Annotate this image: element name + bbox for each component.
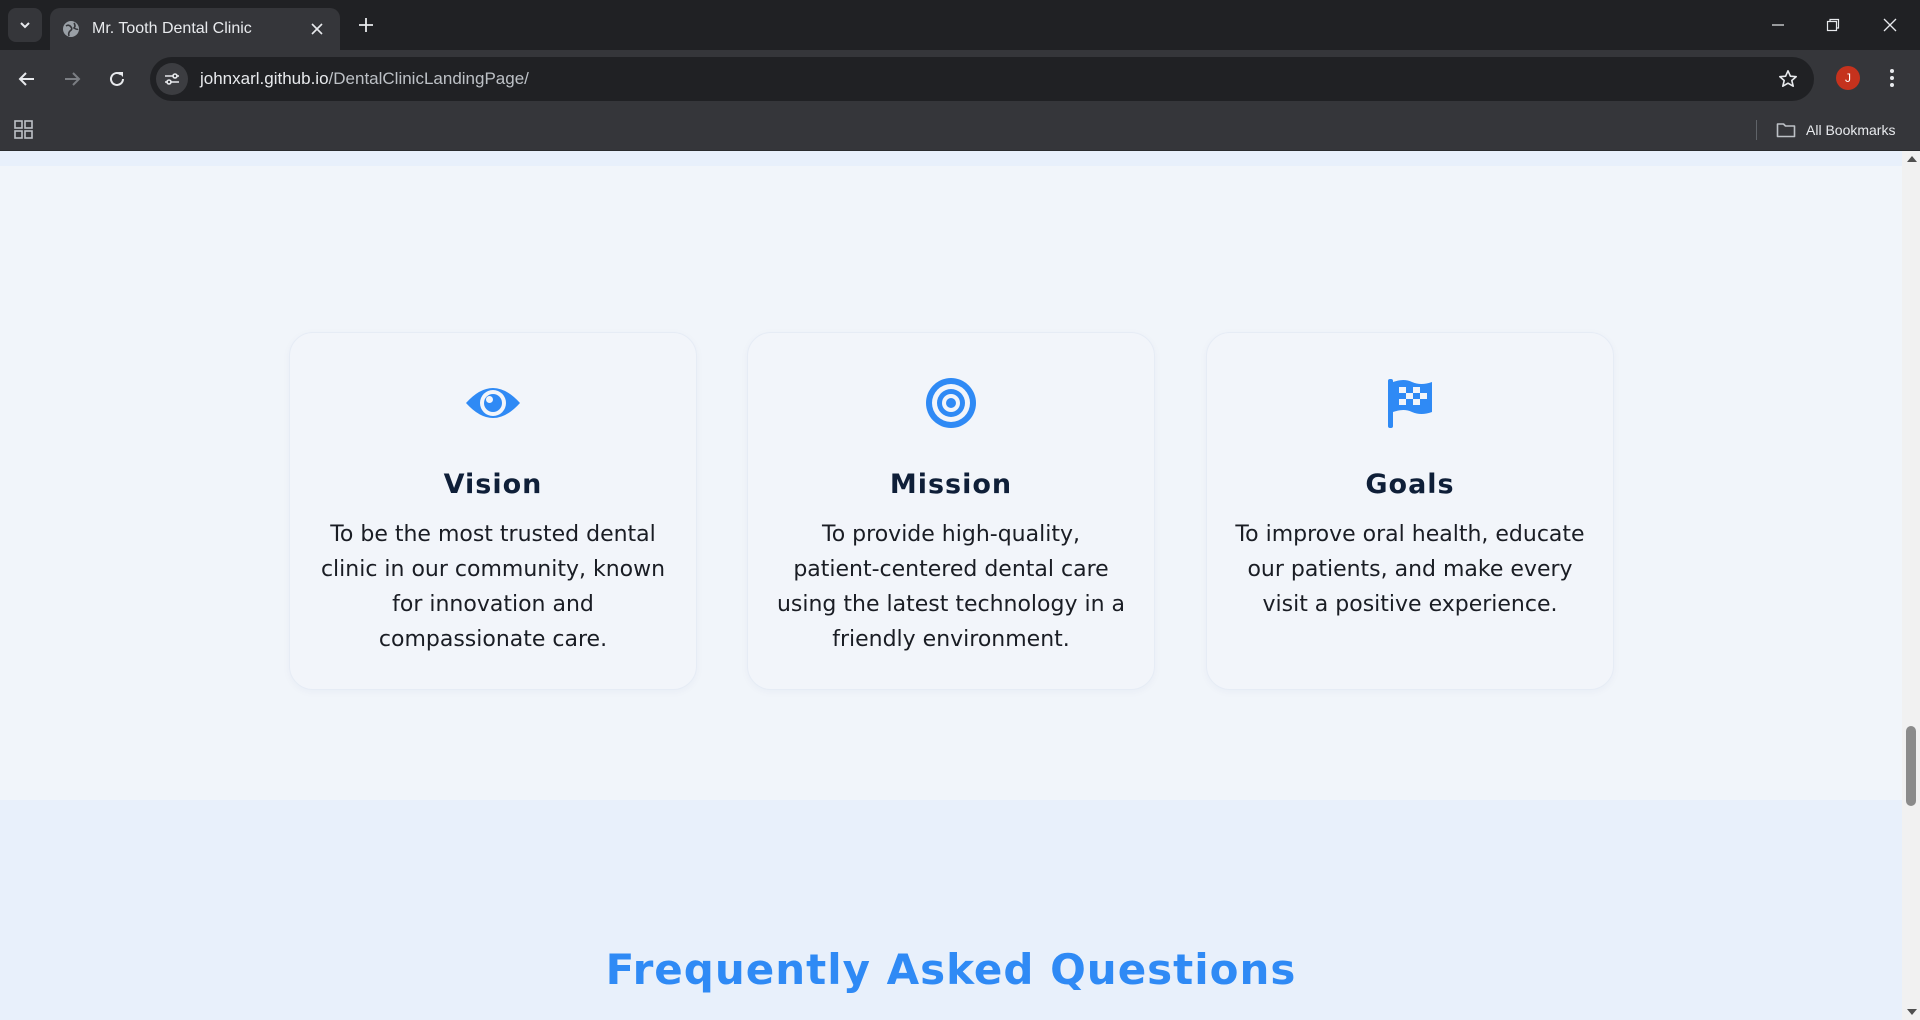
checkered-flag-icon <box>1388 379 1432 428</box>
bookmarks-separator <box>1756 120 1757 140</box>
back-button[interactable] <box>13 65 41 93</box>
tune-icon <box>165 73 179 85</box>
arrow-right-icon <box>65 72 81 86</box>
reload-icon <box>110 71 124 86</box>
url-path: /DentalClinicLandingPage/ <box>328 69 529 88</box>
faq-section: Frequently Asked Questions <box>0 800 1902 1020</box>
new-tab-button[interactable] <box>352 11 380 39</box>
close-icon <box>1883 18 1897 32</box>
more-vertical-icon <box>1890 69 1894 87</box>
previous-section-edge <box>0 151 1902 166</box>
forward-button[interactable] <box>58 65 86 93</box>
goals-card: Goals To improve oral health, educate ou… <box>1206 332 1614 690</box>
scrollbar-thumb[interactable] <box>1906 726 1916 806</box>
browser-tab[interactable]: Mr. Tooth Dental Clinic <box>50 8 340 50</box>
profile-avatar[interactable]: J <box>1836 66 1860 90</box>
vision-mission-goals-section: Vision To be the most trusted dental cli… <box>0 166 1902 800</box>
close-tab-icon[interactable] <box>306 18 328 40</box>
all-bookmarks-button[interactable]: All Bookmarks <box>1776 117 1895 143</box>
page-viewport: Vision To be the most trusted dental cli… <box>0 151 1902 1020</box>
bullseye-icon <box>926 378 976 428</box>
reload-button[interactable] <box>103 65 131 93</box>
arrow-left-icon <box>18 72 34 86</box>
url-text: johnxarl.github.io/DentalClinicLandingPa… <box>200 69 529 89</box>
card-title: Goals <box>1365 469 1455 500</box>
close-window-button[interactable] <box>1870 10 1910 40</box>
browser-toolbar: johnxarl.github.io/DentalClinicLandingPa… <box>0 50 1920 108</box>
minimize-icon <box>1772 24 1784 26</box>
site-info-button[interactable] <box>156 63 188 95</box>
tab-strip: Mr. Tooth Dental Clinic <box>0 0 1920 50</box>
scroll-down-arrow-icon[interactable] <box>1907 1009 1917 1015</box>
all-bookmarks-label: All Bookmarks <box>1806 122 1896 138</box>
scroll-up-arrow-icon[interactable] <box>1907 156 1917 162</box>
restore-button[interactable] <box>1813 10 1853 40</box>
card-description: To provide high-quality, patient-centere… <box>776 522 1126 652</box>
bookmark-star-button[interactable] <box>1776 67 1800 91</box>
url-host: johnxarl.github.io <box>200 69 329 88</box>
browser-menu-button[interactable] <box>1880 64 1904 92</box>
tab-search-button[interactable] <box>8 8 42 42</box>
card-description: To improve oral health, educate our pati… <box>1235 522 1585 617</box>
tab-title: Mr. Tooth Dental Clinic <box>92 20 252 37</box>
faq-heading: Frequently Asked Questions <box>605 945 1297 994</box>
globe-icon <box>62 20 80 38</box>
minimize-button[interactable] <box>1758 10 1798 40</box>
card-title: Mission <box>889 469 1013 500</box>
eye-icon <box>466 388 520 418</box>
mission-card: Mission To provide high-quality, patient… <box>747 332 1155 690</box>
chevron-down-icon <box>20 22 30 29</box>
folder-icon <box>1776 123 1796 138</box>
star-icon <box>1779 70 1797 87</box>
apps-grid-icon[interactable] <box>13 118 35 140</box>
card-description: To be the most trusted dental clinic in … <box>320 522 666 652</box>
plus-icon <box>359 18 373 32</box>
restore-icon <box>1826 18 1840 32</box>
bookmarks-bar: All Bookmarks <box>0 108 1920 151</box>
address-bar[interactable]: johnxarl.github.io/DentalClinicLandingPa… <box>150 57 1814 101</box>
card-title: Vision <box>443 469 543 500</box>
vision-card: Vision To be the most trusted dental cli… <box>289 332 697 690</box>
page-scrollbar[interactable] <box>1902 151 1920 1020</box>
